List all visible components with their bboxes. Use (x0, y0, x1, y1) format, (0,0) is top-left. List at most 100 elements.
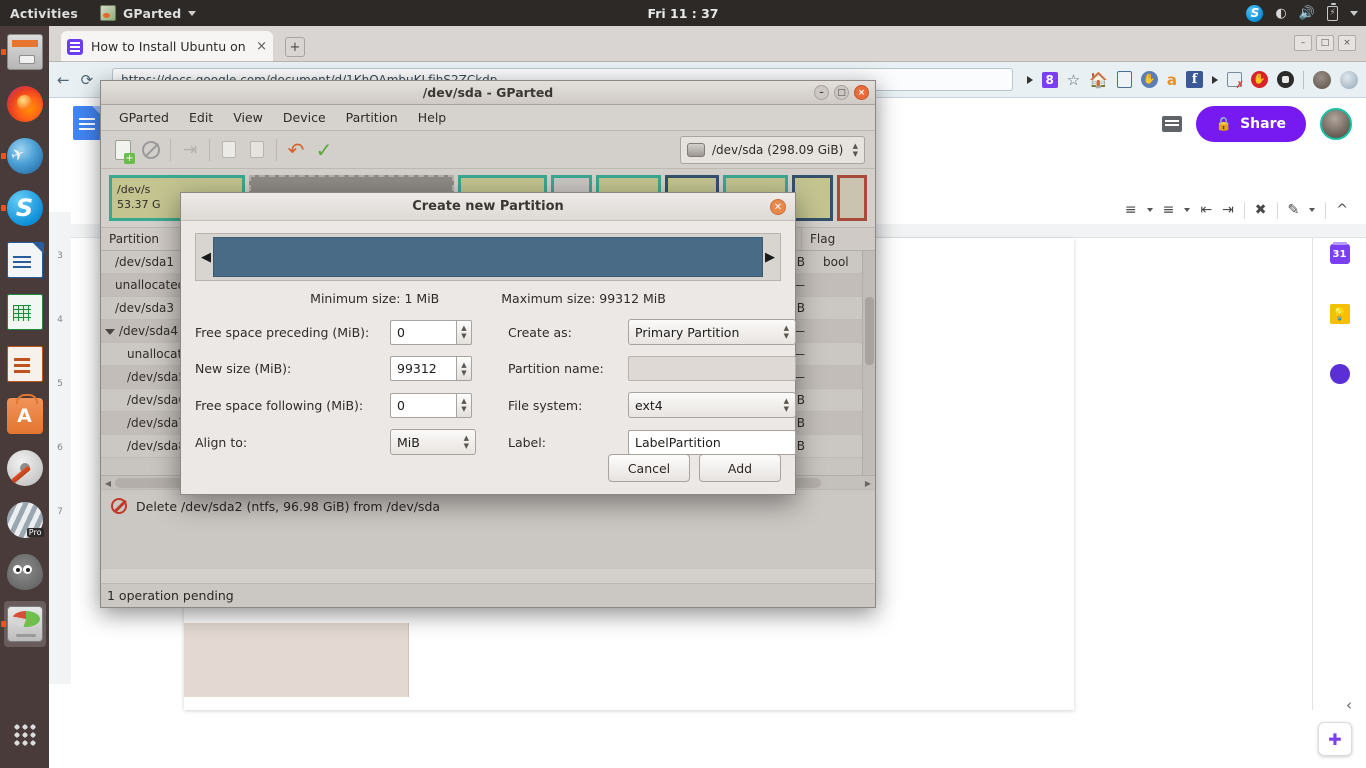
undo-icon[interactable]: ↶ (282, 136, 310, 164)
clear-formatting-icon[interactable]: ✖ (1255, 202, 1267, 218)
menu-edit[interactable]: Edit (179, 107, 223, 128)
facebook-icon[interactable]: f (1186, 71, 1203, 88)
wifi-icon[interactable]: ◐ (1275, 7, 1286, 20)
collapse-toolbar-icon[interactable]: ^ (1336, 202, 1348, 218)
vertical-scrollbar[interactable] (862, 251, 875, 475)
menu-view[interactable]: View (223, 107, 273, 128)
new-partition-button[interactable] (109, 136, 137, 164)
notes-icon[interactable] (1117, 71, 1132, 88)
new-tab-button[interactable]: + (285, 37, 305, 57)
close-icon[interactable]: × (256, 39, 267, 54)
stepper-buttons[interactable]: ▲▼ (456, 320, 472, 345)
scroll-left-icon[interactable]: ◀ (103, 478, 113, 488)
partition-size-track[interactable] (213, 237, 763, 277)
menu-gparted[interactable]: GParted (109, 107, 179, 128)
menu-partition[interactable]: Partition (336, 107, 408, 128)
back-icon[interactable]: ← (57, 71, 70, 89)
google-icon[interactable]: 8 (1042, 72, 1058, 88)
adblock-icon[interactable]: ✋ (1251, 71, 1268, 88)
launcher-item-impress[interactable] (0, 338, 49, 390)
battery-icon[interactable]: ⚡ (1327, 6, 1338, 21)
device-selector[interactable]: /dev/sda (298.09 GiB) ▲▼ (680, 136, 865, 164)
comment-icon[interactable] (1162, 116, 1182, 132)
volume-icon[interactable]: 🔊 (1299, 7, 1315, 20)
expand-icon[interactable]: ‹ (1346, 696, 1352, 714)
spinner-icon[interactable]: ▲▼ (853, 143, 858, 157)
disk-block-sda8[interactable] (792, 175, 833, 221)
launcher-item-globe-pro[interactable] (0, 494, 49, 546)
file-system-select[interactable]: ext4 ▲▼ (628, 392, 796, 418)
minimize-button[interactable]: – (814, 85, 829, 100)
partition-name-input[interactable] (628, 356, 796, 381)
resize-right-handle[interactable]: ▶ (763, 250, 777, 265)
add-button[interactable]: Add (699, 454, 781, 482)
expander-icon[interactable] (105, 329, 115, 335)
tasks-icon[interactable] (1330, 364, 1350, 384)
chevron-down-icon[interactable] (1350, 11, 1358, 16)
free-following-input[interactable]: 0 (390, 393, 456, 418)
subtitle-icon[interactable] (1227, 72, 1242, 87)
stepper-buttons[interactable]: ▲▼ (456, 356, 472, 381)
resize-left-handle[interactable]: ◀ (199, 250, 213, 265)
more-extensions-icon[interactable] (1212, 76, 1218, 84)
maximize-button[interactable]: □ (834, 85, 849, 100)
label-input[interactable]: LabelPartition (628, 430, 796, 455)
cancel-button[interactable]: Cancel (608, 454, 690, 482)
menu-device[interactable]: Device (273, 107, 336, 128)
column-flags[interactable]: Flag (802, 228, 862, 250)
free-preceding-input[interactable]: 0 (390, 320, 456, 345)
decrease-indent-icon[interactable]: ⇤ (1200, 202, 1212, 218)
keep-icon[interactable]: 💡 (1330, 304, 1350, 324)
home-icon[interactable]: 🏠 (1089, 71, 1108, 89)
profile-avatar-icon[interactable] (1313, 71, 1331, 89)
edit-mode-icon[interactable]: ✎ (1288, 202, 1300, 218)
partition-size-slider[interactable]: ◀ ▶ (195, 233, 781, 281)
user-avatar[interactable] (1320, 108, 1352, 140)
align-to-select[interactable]: MiB ▲▼ (390, 429, 476, 455)
apply-icon[interactable]: ✓ (310, 136, 338, 164)
free-preceding-stepper[interactable]: 0 ▲▼ (390, 320, 472, 345)
chevron-down-icon[interactable] (1027, 76, 1033, 84)
browser-tab[interactable]: How to Install Ubuntu on × (61, 31, 273, 62)
gear-icon[interactable] (1340, 71, 1358, 89)
free-following-stepper[interactable]: 0 ▲▼ (390, 393, 472, 418)
scrollbar-thumb[interactable] (865, 297, 874, 365)
numbered-list-icon[interactable]: ≡ (1125, 202, 1137, 218)
menu-help[interactable]: Help (408, 107, 457, 128)
minimize-button[interactable]: – (1294, 35, 1312, 51)
disk-block-sda9[interactable] (837, 175, 867, 221)
amazon-icon[interactable]: a (1167, 71, 1177, 89)
new-size-input[interactable]: 99312 (390, 356, 456, 381)
maximize-button[interactable]: □ (1316, 35, 1334, 51)
launcher-item-gimp[interactable] (0, 546, 49, 598)
close-icon[interactable]: ✕ (770, 199, 786, 215)
increase-indent-icon[interactable]: ⇥ (1222, 202, 1234, 218)
launcher-item-settings[interactable] (0, 442, 49, 494)
scroll-right-icon[interactable]: ▶ (863, 478, 873, 488)
reload-icon[interactable]: ⟳ (81, 71, 94, 89)
share-button[interactable]: 🔒 Share (1196, 106, 1306, 142)
chevron-down-icon[interactable] (1309, 208, 1315, 212)
new-size-stepper[interactable]: 99312 ▲▼ (390, 356, 472, 381)
stepper-buttons[interactable]: ▲▼ (456, 393, 472, 418)
launcher-item-writer[interactable] (0, 234, 49, 286)
add-apps-button[interactable]: ✚ (1318, 722, 1352, 756)
skype-tray-icon[interactable]: S (1246, 5, 1263, 22)
pending-operation-row[interactable]: Delete /dev/sda2 (ntfs, 96.98 GiB) from … (111, 498, 865, 514)
close-button[interactable]: × (1338, 35, 1356, 51)
record-icon[interactable] (1277, 71, 1294, 88)
bulleted-list-icon[interactable]: ≡ (1163, 202, 1175, 218)
delete-partition-button[interactable] (137, 136, 165, 164)
show-applications-button[interactable] (0, 712, 49, 758)
launcher-item-skype[interactable]: S (0, 182, 49, 234)
chevron-down-icon[interactable] (1147, 208, 1153, 212)
chevron-down-icon[interactable] (1184, 208, 1190, 212)
launcher-item-calc[interactable] (0, 286, 49, 338)
launcher-item-firefox[interactable] (0, 78, 49, 130)
bookmark-star-icon[interactable]: ☆ (1067, 71, 1080, 89)
create-as-select[interactable]: Primary Partition ▲▼ (628, 319, 796, 345)
launcher-item-software[interactable]: A (0, 390, 49, 442)
launcher-item-files[interactable] (0, 26, 49, 78)
hand-icon[interactable]: ✋ (1141, 71, 1158, 88)
clock[interactable]: Fri 11 : 37 (0, 6, 1366, 21)
